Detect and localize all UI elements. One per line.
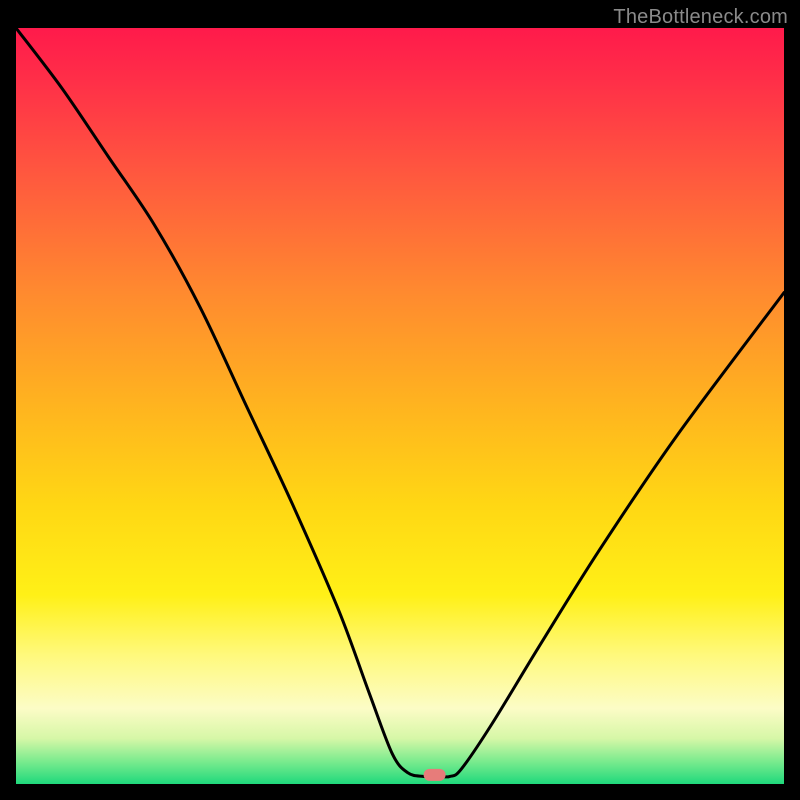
bottleneck-curve [16, 28, 784, 777]
curve-layer [16, 28, 784, 784]
optimum-marker [424, 769, 446, 781]
plot-area [16, 28, 784, 784]
watermark-text: TheBottleneck.com [613, 6, 788, 29]
chart-stage: TheBottleneck.com [0, 0, 800, 800]
